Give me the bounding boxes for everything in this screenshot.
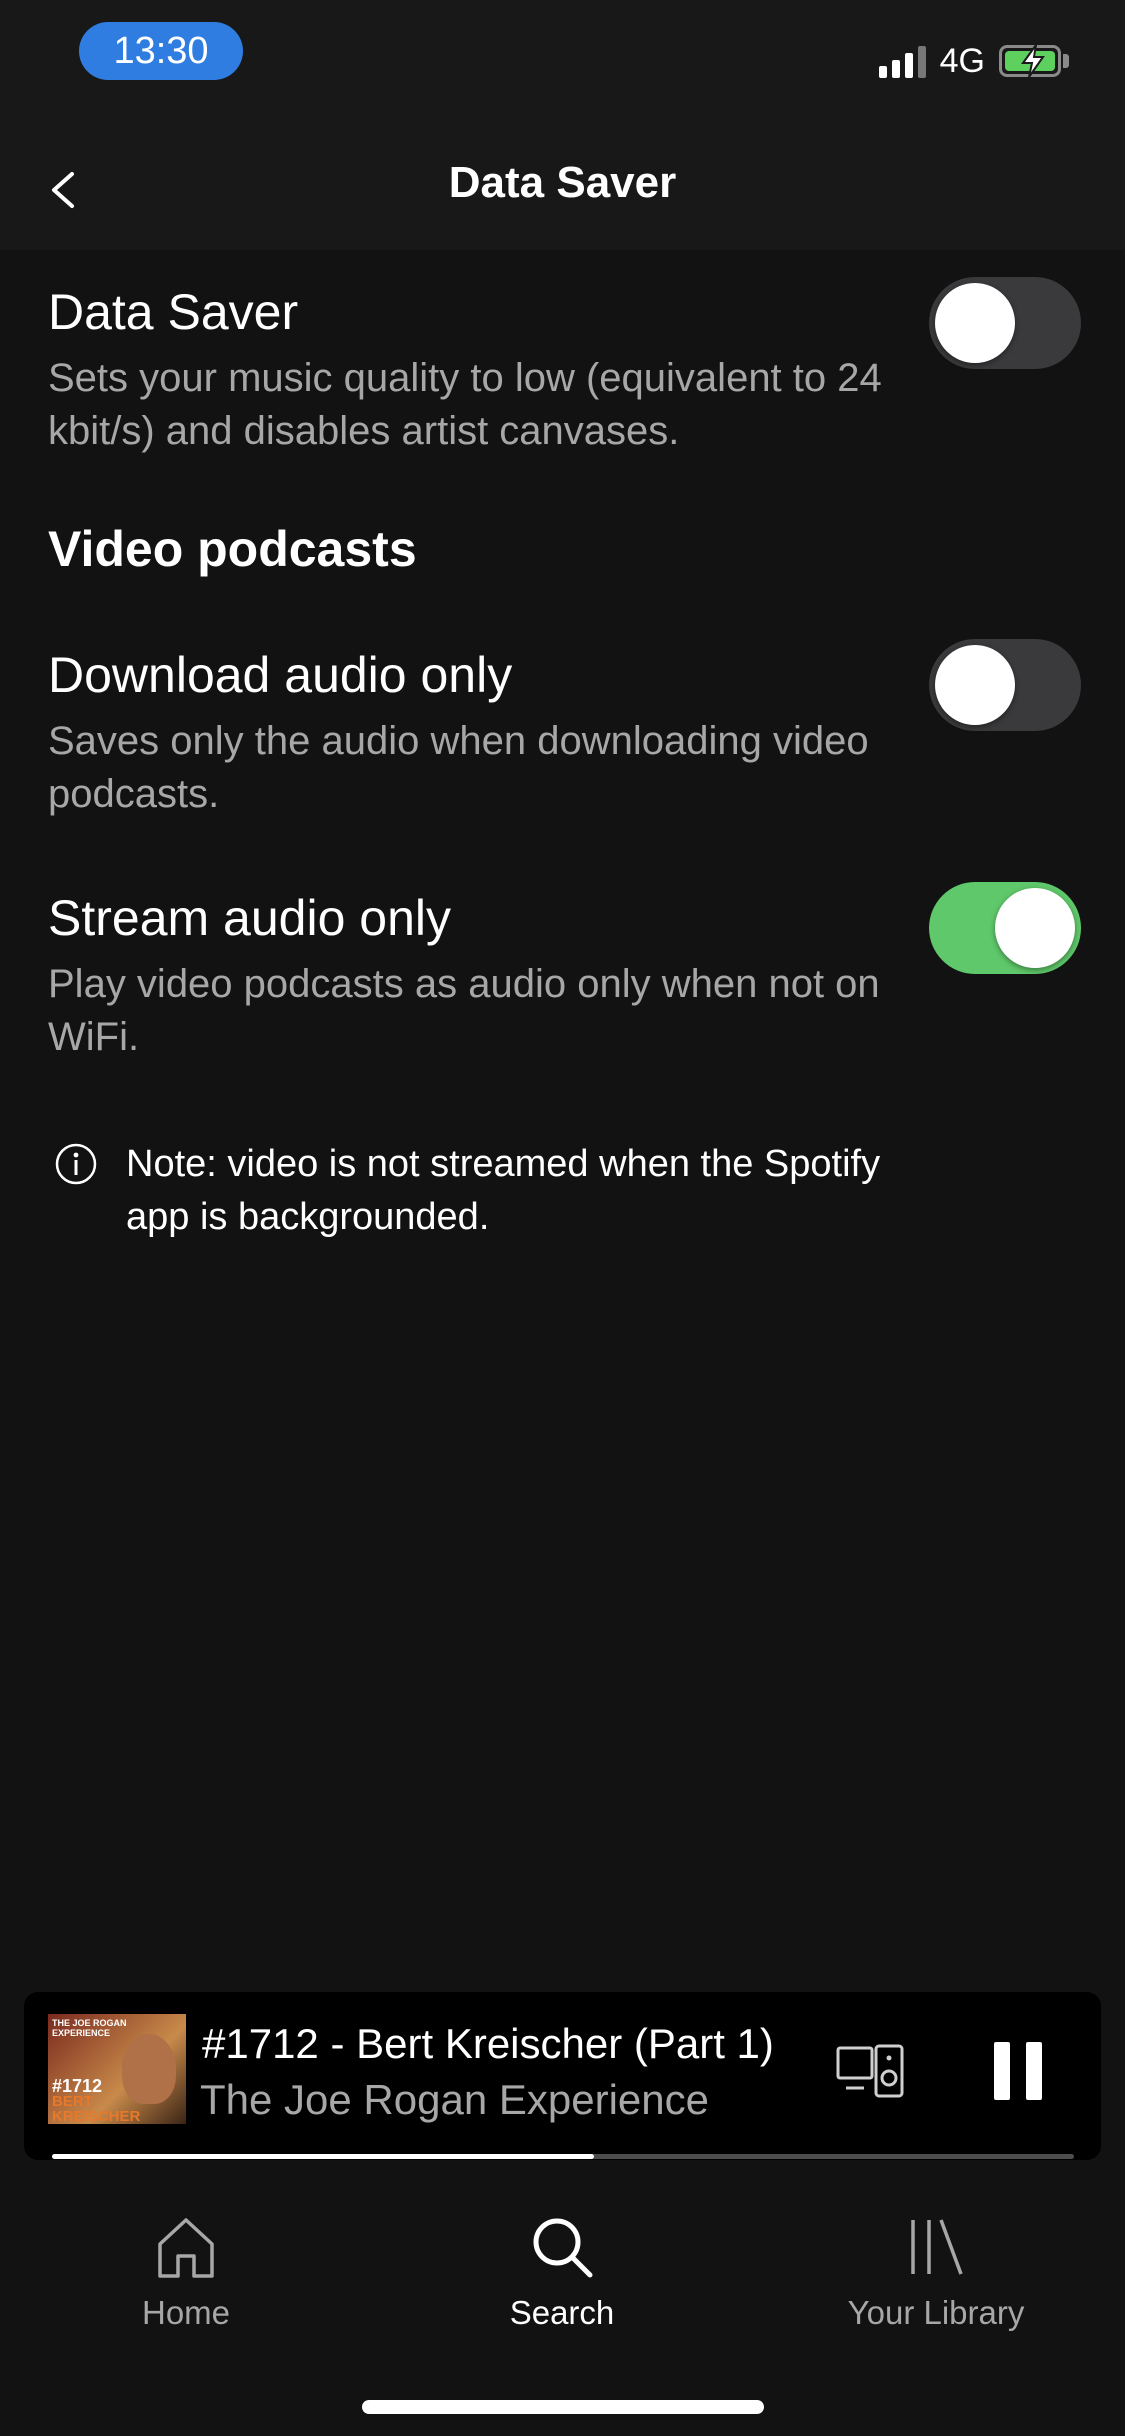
signal-icon — [878, 44, 926, 78]
data-saver-toggle[interactable] — [929, 277, 1081, 369]
status-bar: 13:30 4G — [0, 0, 1125, 130]
battery-nub — [1063, 54, 1069, 68]
artwork-guest-label: BERT KREISCHER — [52, 2093, 141, 2124]
home-icon — [158, 2218, 214, 2278]
setting-title: Download audio only — [48, 647, 513, 703]
setting-title: Data Saver — [48, 284, 299, 340]
download-audio-only-setting: Download audio only Saves only the audio… — [48, 645, 1078, 821]
section-heading: Video podcasts — [48, 521, 417, 577]
network-label: 4G — [939, 41, 985, 80]
tab-search[interactable]: Search — [412, 2214, 712, 2332]
episode-artwork: THE JOE ROGAN EXPERIENCE #1712 BERT KREI… — [48, 2014, 186, 2124]
stream-audio-only-setting: Stream audio only Play video podcasts as… — [48, 888, 1078, 1064]
setting-description: Saves only the audio when downloading vi… — [48, 719, 869, 816]
header: Data Saver — [0, 130, 1125, 250]
tab-label: Your Library — [847, 2294, 1025, 2331]
track-subtitle: The Joe Rogan Experience — [200, 2076, 709, 2123]
search-icon — [533, 2218, 593, 2278]
stream-audio-only-toggle[interactable] — [929, 882, 1081, 974]
status-indicators: 4G — [878, 36, 1069, 86]
playback-progress[interactable] — [52, 2154, 1074, 2159]
status-time: 13:30 — [79, 22, 243, 80]
connect-devices-button[interactable] — [836, 2044, 906, 2100]
tab-label: Home — [141, 2294, 231, 2331]
pause-button[interactable] — [994, 2042, 1042, 2100]
info-icon — [55, 1143, 97, 1185]
setting-description: Sets your music quality to low (equivale… — [48, 356, 882, 453]
battery-icon — [999, 44, 1061, 78]
data-saver-setting: Data Saver Sets your music quality to lo… — [48, 282, 1078, 458]
mini-player[interactable]: THE JOE ROGAN EXPERIENCE #1712 BERT KREI… — [24, 1992, 1101, 2160]
pause-icon — [994, 2042, 1010, 2100]
page-title: Data Saver — [448, 158, 677, 207]
setting-title: Stream audio only — [48, 890, 452, 946]
tab-bar: Home Search Your Library — [0, 2178, 1125, 2436]
note-text: Note: video is not streamed when the Spo… — [126, 1143, 881, 1238]
home-indicator — [362, 2400, 764, 2414]
track-title: #1712 - Bert Kreischer (Part 1) — [202, 2020, 774, 2067]
tab-home[interactable]: Home — [36, 2214, 336, 2332]
setting-description: Play video podcasts as audio only when n… — [48, 962, 880, 1059]
download-audio-only-toggle[interactable] — [929, 639, 1081, 731]
note: Note: video is not streamed when the Spo… — [54, 1138, 974, 1244]
devices-icon — [836, 2044, 904, 2098]
tab-label: Search — [509, 2294, 615, 2331]
playback-progress-fill — [52, 2154, 594, 2159]
artwork-show-label: THE JOE ROGAN EXPERIENCE — [52, 2018, 127, 2038]
library-icon — [911, 2219, 963, 2275]
tab-your-library[interactable]: Your Library — [786, 2214, 1086, 2332]
